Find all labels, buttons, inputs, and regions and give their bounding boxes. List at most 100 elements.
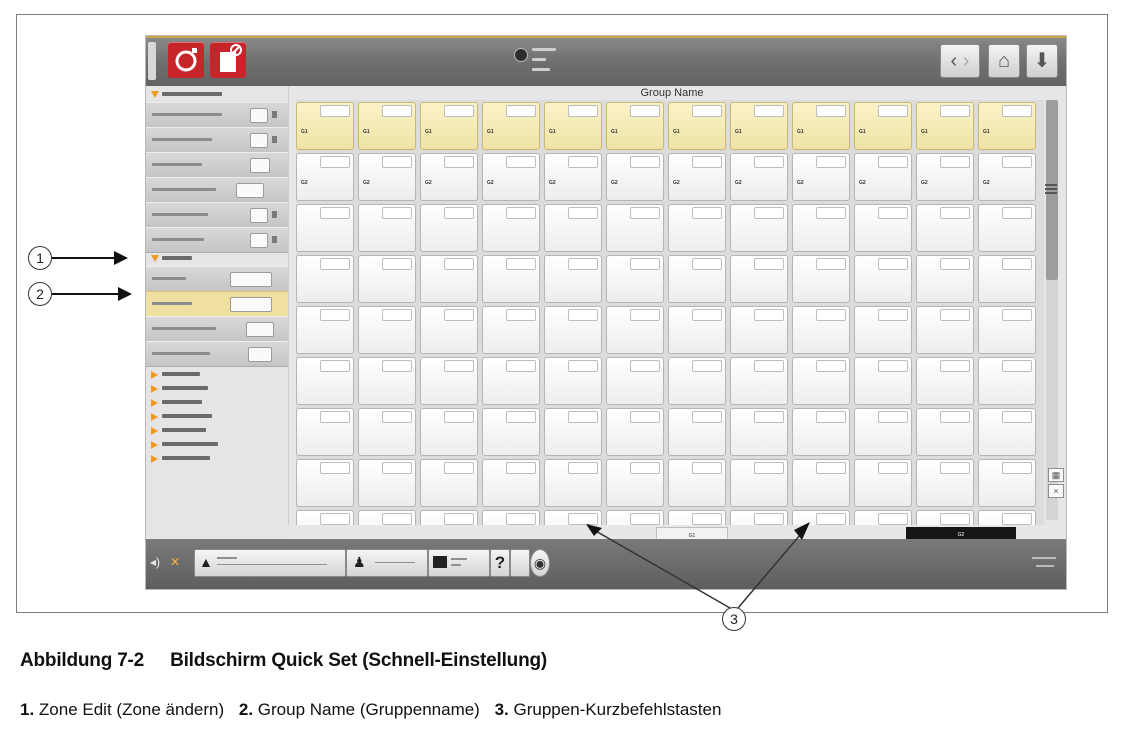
zone-tile[interactable] <box>978 357 1036 405</box>
zone-tile[interactable] <box>544 255 602 303</box>
zone-tile[interactable]: G2 <box>978 153 1036 201</box>
zone-tile[interactable]: G2 <box>730 153 788 201</box>
zone-name-row[interactable] <box>146 266 288 292</box>
zone-tile[interactable] <box>482 357 540 405</box>
zone-tile[interactable] <box>544 459 602 507</box>
zone-tile[interactable]: G1 <box>978 102 1036 150</box>
zone-tile[interactable] <box>916 306 974 354</box>
zone-tile[interactable]: G2 <box>358 153 416 201</box>
download-button[interactable]: ⬇ <box>1026 44 1058 78</box>
zone-tile[interactable] <box>978 204 1036 252</box>
zone-tile[interactable] <box>730 408 788 456</box>
home-button[interactable]: ⌂ <box>988 44 1020 78</box>
setting-row[interactable] <box>146 152 288 178</box>
zone-tile[interactable] <box>296 510 354 525</box>
zone-tile[interactable] <box>854 510 912 525</box>
globe-icon[interactable]: ◉ <box>530 549 550 577</box>
zone-tile[interactable]: G1 <box>606 102 664 150</box>
section-collapsed[interactable] <box>146 438 288 452</box>
zone-tile[interactable]: G1 <box>792 102 850 150</box>
zone-tile[interactable] <box>854 408 912 456</box>
zone-tile[interactable] <box>606 459 664 507</box>
zone-tile[interactable]: G2 <box>420 153 478 201</box>
zone-tile[interactable] <box>544 357 602 405</box>
mode-panel[interactable] <box>428 549 490 577</box>
zone-tile[interactable]: G2 <box>854 153 912 201</box>
section-frequently-used[interactable] <box>146 88 288 102</box>
zone-tile[interactable] <box>544 408 602 456</box>
zone-tile[interactable] <box>916 255 974 303</box>
zone-tile[interactable] <box>482 204 540 252</box>
zone-tile[interactable] <box>730 459 788 507</box>
zone-tile[interactable] <box>296 204 354 252</box>
zone-tile[interactable] <box>916 510 974 525</box>
zone-tile[interactable] <box>606 306 664 354</box>
quick-set-button[interactable] <box>168 42 204 78</box>
zone-tile[interactable]: G2 <box>916 153 974 201</box>
zone-tile[interactable] <box>978 510 1036 525</box>
zone-tile[interactable] <box>606 255 664 303</box>
zone-tile[interactable] <box>296 357 354 405</box>
close-icon[interactable]: × <box>1048 484 1064 498</box>
zone-tile[interactable] <box>482 306 540 354</box>
zone-tile[interactable] <box>420 357 478 405</box>
zone-tile[interactable]: G1 <box>854 102 912 150</box>
zone-tile[interactable]: G1 <box>668 102 726 150</box>
mold-button[interactable] <box>210 42 246 78</box>
zone-tile[interactable]: G2 <box>482 153 540 201</box>
zone-tile[interactable] <box>296 306 354 354</box>
zone-tile[interactable]: G1 <box>916 102 974 150</box>
zone-tile[interactable] <box>296 459 354 507</box>
zone-tile[interactable] <box>730 306 788 354</box>
zone-tile[interactable]: G2 <box>544 153 602 201</box>
zone-tile[interactable]: G1 <box>544 102 602 150</box>
group-name-row[interactable] <box>146 291 288 317</box>
speaker-icon[interactable]: ◂) <box>150 549 168 575</box>
zone-tile[interactable] <box>420 510 478 525</box>
zone-tile[interactable] <box>854 357 912 405</box>
setting-row[interactable] <box>146 102 288 128</box>
section-collapsed[interactable] <box>146 368 288 382</box>
zone-tile[interactable] <box>730 357 788 405</box>
zone-tile[interactable] <box>296 255 354 303</box>
setting-row[interactable] <box>146 202 288 228</box>
zone-tile[interactable] <box>854 204 912 252</box>
zone-tile[interactable] <box>730 255 788 303</box>
back-forward-button[interactable]: ‹ › <box>940 44 980 78</box>
zone-tile[interactable] <box>420 204 478 252</box>
zone-tile[interactable] <box>482 255 540 303</box>
zone-tile[interactable] <box>792 306 850 354</box>
zone-tile[interactable] <box>482 408 540 456</box>
setting-row[interactable] <box>146 316 288 342</box>
zone-tile[interactable] <box>358 357 416 405</box>
zone-tile[interactable] <box>792 204 850 252</box>
zone-tile[interactable] <box>792 459 850 507</box>
setting-row[interactable] <box>146 227 288 253</box>
menu-icon[interactable] <box>1045 184 1057 194</box>
zone-tile[interactable] <box>978 255 1036 303</box>
zone-tile[interactable] <box>358 204 416 252</box>
zone-tile[interactable] <box>420 255 478 303</box>
zone-tile[interactable]: G1 <box>296 102 354 150</box>
zone-tile[interactable] <box>668 306 726 354</box>
zone-tile[interactable] <box>854 255 912 303</box>
section-collapsed[interactable] <box>146 452 288 466</box>
zone-tile[interactable] <box>854 306 912 354</box>
zone-tile[interactable]: G1 <box>420 102 478 150</box>
section-collapsed[interactable] <box>146 396 288 410</box>
zone-tile[interactable] <box>482 459 540 507</box>
zone-tile[interactable] <box>606 357 664 405</box>
zone-tile[interactable] <box>668 459 726 507</box>
zone-tile[interactable] <box>544 306 602 354</box>
zone-tile[interactable] <box>358 306 416 354</box>
zone-tile[interactable] <box>668 255 726 303</box>
zone-tile[interactable] <box>358 459 416 507</box>
zone-tile[interactable]: G1 <box>358 102 416 150</box>
zone-tile[interactable] <box>420 408 478 456</box>
zone-tile[interactable] <box>420 459 478 507</box>
zone-tile[interactable] <box>420 306 478 354</box>
zone-tile[interactable] <box>358 510 416 525</box>
section-collapsed[interactable] <box>146 410 288 424</box>
setting-row[interactable] <box>146 177 288 203</box>
screenshot-icon[interactable] <box>510 549 530 577</box>
